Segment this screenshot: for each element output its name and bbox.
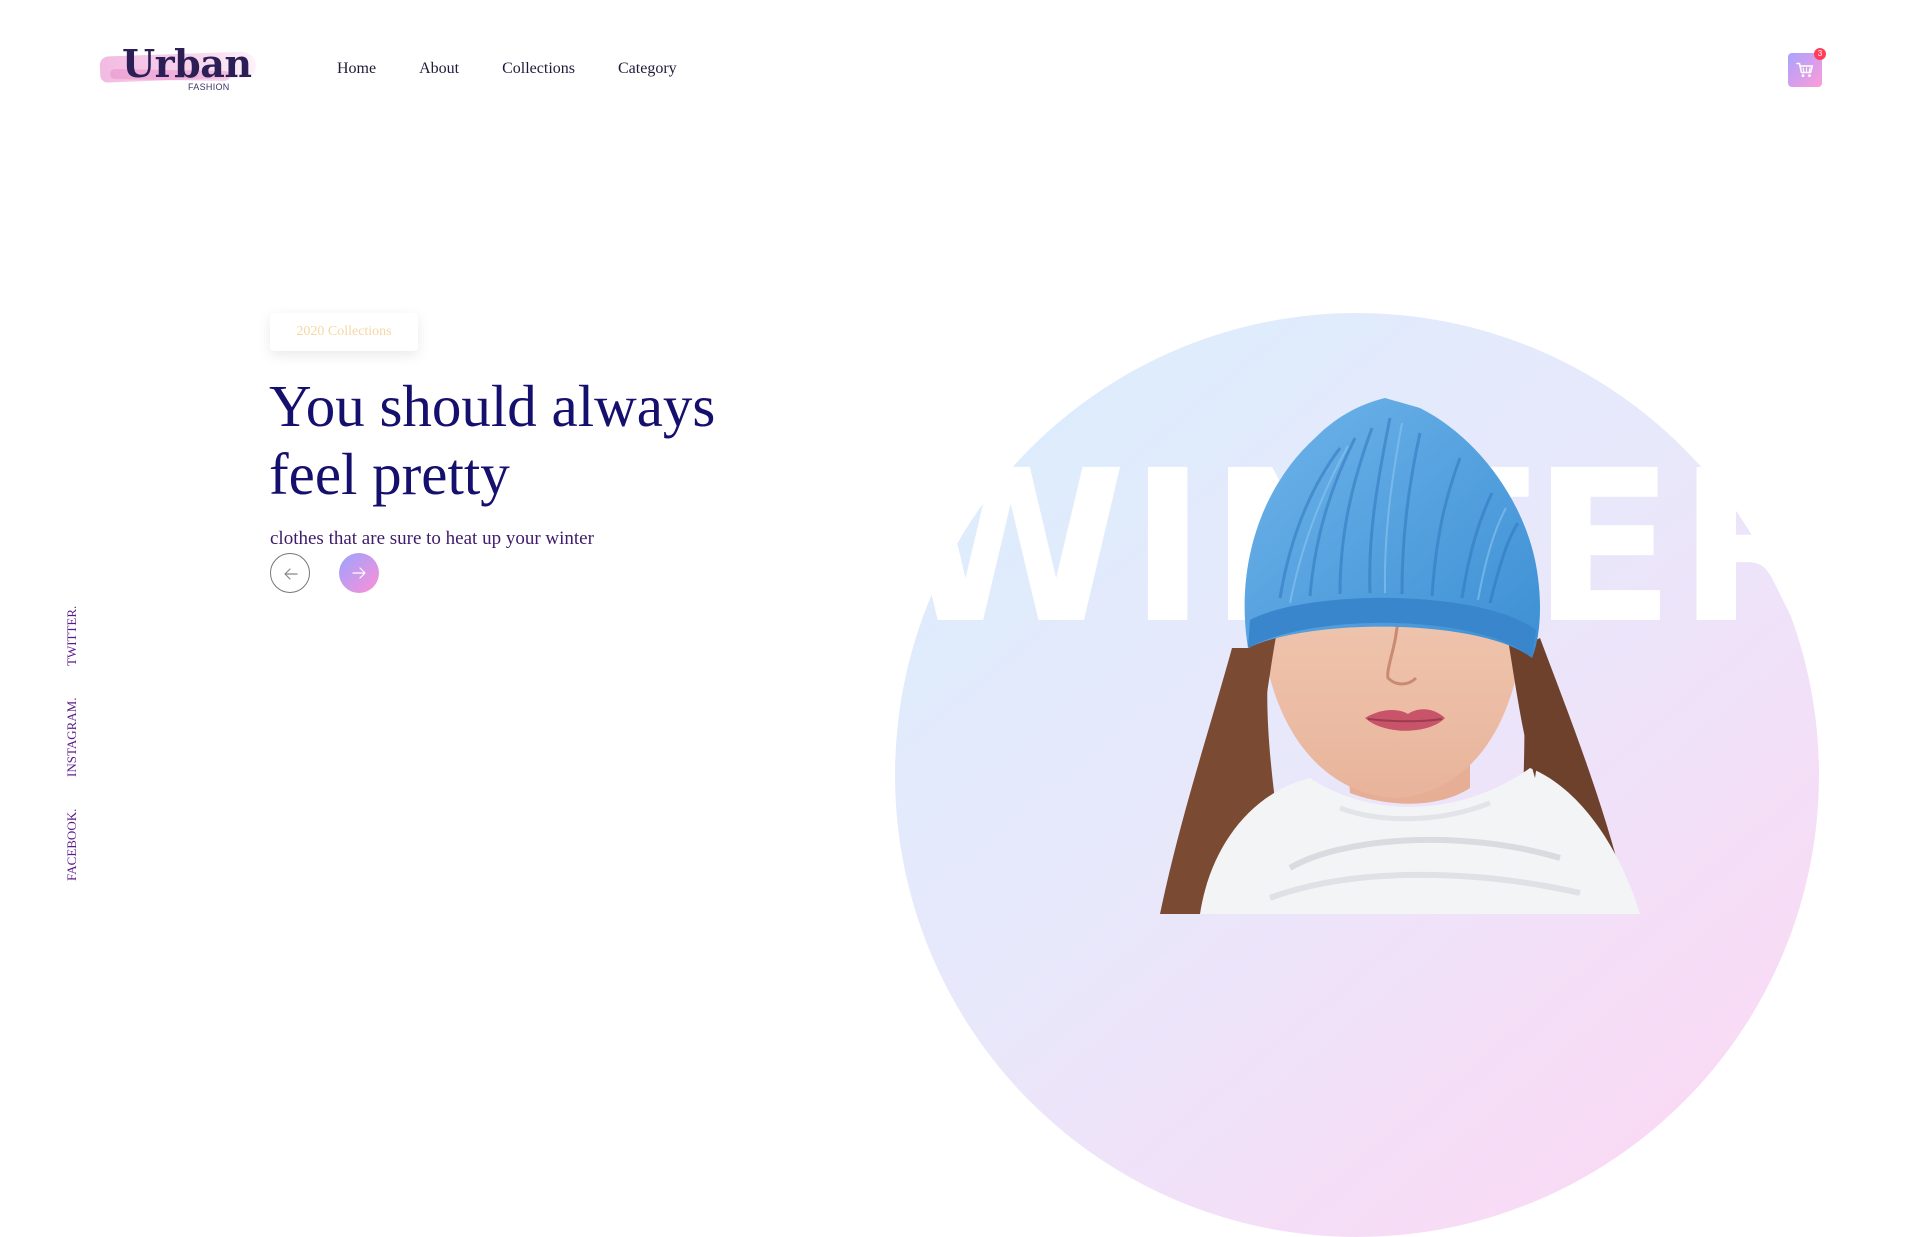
brand-logo[interactable]: Urban FASHION	[96, 40, 261, 96]
brand-tagline: FASHION	[188, 82, 230, 92]
hero-subline: clothes that are sure to heat up your wi…	[270, 528, 594, 549]
nav-item-home[interactable]: Home	[337, 59, 376, 79]
cart-icon	[1796, 62, 1814, 77]
cart-count-badge: 3	[1814, 48, 1826, 60]
model-photo	[1160, 398, 1640, 914]
social-link-facebook[interactable]: FACEBOOK.	[64, 809, 80, 881]
slider-next-button[interactable]	[339, 553, 379, 593]
hero-headline: You should always feel pretty	[269, 373, 716, 507]
brand-name: Urban	[122, 41, 252, 86]
site-header: Urban FASHION Home About Collections Cat…	[0, 0, 1918, 140]
social-link-twitter[interactable]: TWITTER.	[64, 606, 80, 666]
nav-item-about[interactable]: About	[419, 59, 459, 79]
nav-item-collections[interactable]: Collections	[502, 59, 575, 79]
nav-item-category[interactable]: Category	[618, 59, 677, 79]
collection-tag: 2020 Collections	[270, 313, 418, 351]
cart-button[interactable]: 3	[1788, 48, 1826, 87]
social-link-instagram[interactable]: INSTAGRAM.	[64, 698, 80, 778]
main-nav: Home About Collections Category	[337, 59, 720, 79]
arrow-right-icon	[352, 567, 366, 579]
arrow-left-icon	[284, 568, 298, 580]
slider-prev-button[interactable]	[270, 553, 310, 593]
